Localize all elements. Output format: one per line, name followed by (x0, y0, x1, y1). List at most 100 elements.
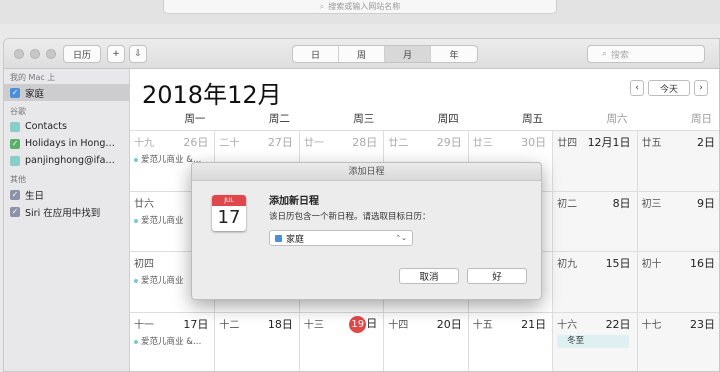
weekday-label: 周日 (690, 113, 712, 125)
calendar-icon-month: JUL (212, 195, 246, 206)
calendar-checkbox[interactable]: ✓ (10, 189, 20, 200)
calendar-checkbox[interactable] (10, 155, 20, 166)
day-number: 17日 (183, 318, 209, 331)
event-item[interactable]: 爱范儿商业 (134, 274, 184, 286)
minimize-window-button[interactable] (30, 49, 40, 59)
holiday-event[interactable]: 冬至 (557, 335, 630, 348)
day-cell[interactable]: 初三 9日 (636, 192, 719, 251)
calendar-checkbox[interactable]: ✓ (10, 138, 20, 149)
sidebar-calendar-item[interactable]: ✓ 家庭 (4, 84, 129, 101)
day-number: 16日 (689, 257, 715, 270)
day-number: 20日 (436, 318, 462, 331)
weekday-label: 周一 (184, 113, 206, 125)
day-number: 27日 (267, 136, 293, 149)
calendar-color-swatch (275, 234, 282, 242)
weekday-label: 周四 (437, 113, 459, 125)
day-cell[interactable]: 廿五 2日 (636, 131, 719, 191)
sidebar-calendar-item[interactable]: ✓ 生日 (4, 186, 129, 203)
calendar-checkbox[interactable]: ✓ (10, 87, 20, 98)
lunar-date: 十九 (134, 138, 154, 149)
weekday-label: 周二 (268, 113, 290, 125)
month-title: 2018年12月 (142, 81, 282, 109)
day-cell[interactable]: 十四 20日 (383, 313, 467, 371)
calendar-checkbox[interactable] (10, 121, 20, 132)
day-cell[interactable]: 十五 21日 (467, 313, 552, 371)
sidebar-calendar-item[interactable]: ✓ Holidays in Hong… (4, 135, 129, 152)
event-title: 爱范儿商业 &… (141, 337, 202, 347)
day-number: 29日 (436, 136, 462, 149)
lunar-date: 廿六 (134, 199, 154, 210)
lunar-date: 初四 (134, 259, 154, 270)
close-window-button[interactable] (14, 49, 24, 59)
calendar-checkbox[interactable]: ✓ (10, 206, 20, 217)
lunar-date: 十一 (134, 320, 154, 331)
zoom-window-button[interactable] (46, 49, 56, 59)
ok-button[interactable]: 好 (467, 268, 527, 284)
day-number: 9日 (696, 197, 715, 210)
day-cell[interactable]: 十六 22日 冬至 (552, 313, 637, 371)
calendar-select[interactable]: 家庭 ⌃⌄ (269, 230, 413, 246)
day-number: 12月1日 (587, 136, 631, 149)
cancel-button[interactable]: 取消 (399, 268, 459, 284)
lunar-date: 二十 (219, 138, 240, 149)
day-cell[interactable]: 廿四 12月1日 (552, 131, 637, 191)
event-dot (134, 339, 138, 344)
tab-day[interactable]: 日 (293, 46, 339, 62)
event-item[interactable]: 爱范儿商业 (134, 214, 184, 226)
day-number: 26日 (183, 136, 209, 149)
day-cell[interactable]: 十二 18日 (214, 313, 298, 371)
day-number: 8日 (612, 197, 631, 210)
add-event-button[interactable]: + (107, 45, 125, 63)
lunar-date: 廿二 (388, 138, 409, 149)
day-number: 28日 (352, 136, 378, 149)
day-cell[interactable]: 十七 23日 (636, 313, 719, 371)
calendars-button[interactable]: 日历 (63, 45, 101, 63)
day-cell[interactable]: 十三 19 日 (298, 313, 383, 371)
event-dot (134, 278, 138, 283)
next-month-button[interactable]: › (694, 80, 708, 96)
weekday-label: 周三 (353, 113, 375, 125)
lunar-date: 廿三 (472, 138, 493, 149)
calendar-sidebar: 我的 Mac 上 ✓ 家庭 谷歌 Contacts ✓ Holidays in Hong… p… (4, 69, 130, 371)
weekday-label: 周五 (522, 113, 544, 125)
sidebar-calendar-item[interactable]: ✓ Siri 在应用中找到 (4, 203, 129, 220)
lunar-date: 廿五 (641, 138, 662, 149)
import-icon[interactable]: ⇩ (129, 45, 147, 63)
today-marker: 19 (349, 316, 367, 333)
lunar-date: 初十 (641, 259, 662, 270)
search-input[interactable]: ⌕ 搜索 (587, 45, 705, 63)
lunar-date: 十四 (388, 320, 409, 331)
sidebar-item-label: Holidays in Hong… (25, 138, 115, 149)
lunar-date: 廿四 (557, 138, 578, 149)
day-number: 30日 (521, 136, 547, 149)
title-bar: 日历 + ⇩ 日 周 月 年 ⌕ 搜索 (4, 39, 719, 69)
sidebar-item-label: Siri 在应用中找到 (25, 207, 101, 219)
sidebar-item-label: 生日 (25, 190, 45, 202)
sidebar-calendar-item[interactable]: panjinghong@ifa… (4, 152, 129, 169)
day-cell[interactable]: 初九 15日 (552, 252, 637, 312)
sidebar-calendar-item[interactable]: Contacts (4, 118, 129, 135)
today-button[interactable]: 今天 (648, 80, 690, 96)
lunar-date: 十六 (557, 320, 578, 331)
event-item[interactable]: 爱范儿商业 &… (134, 335, 201, 347)
sidebar-item-label: panjinghong@ifa… (25, 155, 115, 166)
previous-month-button[interactable]: ‹ (630, 80, 644, 96)
day-number: 21日 (521, 318, 547, 331)
weekday-label: 周六 (606, 113, 628, 125)
view-switcher: 日 周 月 年 (292, 45, 478, 63)
chevron-updown-icon: ⌃⌄ (395, 234, 407, 242)
search-placeholder: 搜索 (611, 50, 630, 61)
add-event-dialog: 添加日程 JUL 17 添加新日程 该日历包含一个新日程。请选取目标日历： 家庭… (191, 162, 542, 300)
event-dot (134, 218, 138, 223)
lunar-date: 初二 (557, 199, 578, 210)
browser-top-bar: ⌕ 搜索或输入网站名称 (0, 0, 720, 24)
day-cell[interactable]: 初二 8日 (552, 192, 637, 251)
sidebar-group-title: 我的 Mac 上 (10, 73, 56, 82)
day-cell[interactable]: 初十 16日 (636, 252, 719, 312)
calendar-app-icon: JUL 17 (212, 195, 246, 231)
tab-month[interactable]: 月 (385, 46, 431, 62)
day-cell[interactable]: 十一 17日爱范儿商业 &… (130, 313, 214, 371)
tab-year[interactable]: 年 (431, 46, 477, 62)
address-bar[interactable]: ⌕ 搜索或输入网站名称 (163, 0, 557, 14)
tab-week[interactable]: 周 (339, 46, 385, 62)
